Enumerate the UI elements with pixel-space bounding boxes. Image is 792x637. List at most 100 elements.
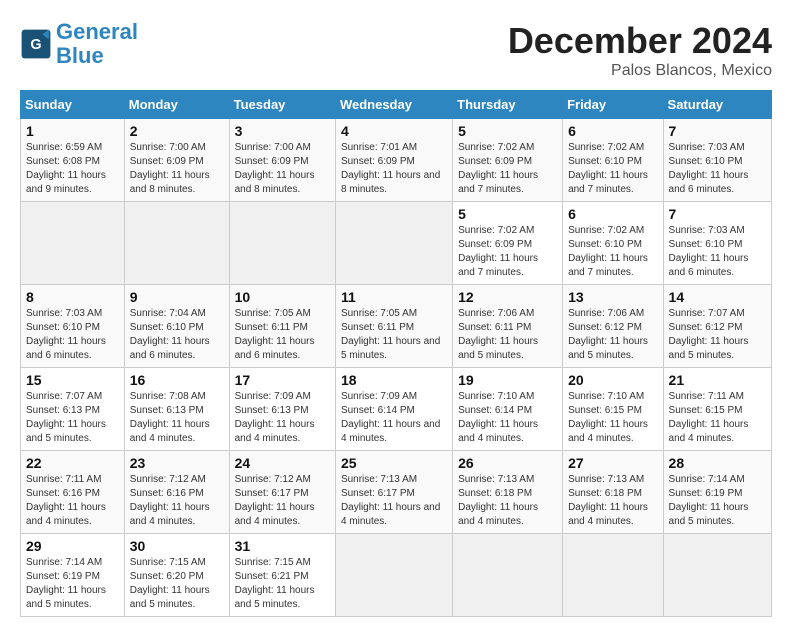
calendar-cell: 25 Sunrise: 7:13 AM Sunset: 6:17 PM Dayli…	[335, 451, 452, 534]
calendar-cell: 10 Sunrise: 7:05 AM Sunset: 6:11 PM Dayli…	[229, 285, 335, 368]
day-number: 20	[568, 372, 657, 388]
calendar-cell: 4 Sunrise: 7:01 AM Sunset: 6:09 PM Daylig…	[335, 119, 452, 202]
day-info: Sunrise: 7:04 AM Sunset: 6:10 PM Dayligh…	[130, 307, 224, 363]
calendar-cell: 27Sunrise: 7:13 AM Sunset: 6:18 PM Dayli…	[563, 451, 663, 534]
day-info: Sunrise: 7:02 AM Sunset: 6:10 PM Dayligh…	[568, 141, 657, 197]
header-monday: Monday	[124, 91, 229, 119]
logo-icon: G	[20, 28, 52, 60]
day-info: Sunrise: 7:12 AM Sunset: 6:16 PM Dayligh…	[130, 473, 224, 529]
calendar-cell: 23 Sunrise: 7:12 AM Sunset: 6:16 PM Dayli…	[124, 451, 229, 534]
day-number: 6	[568, 123, 657, 139]
day-number: 15	[26, 372, 119, 388]
calendar-cell	[335, 202, 452, 285]
day-info: Sunrise: 7:00 AM Sunset: 6:09 PM Dayligh…	[235, 141, 330, 197]
calendar-cell: 16 Sunrise: 7:08 AM Sunset: 6:13 PM Dayli…	[124, 368, 229, 451]
title-block: December 2024 Palos Blancos, Mexico	[508, 20, 772, 80]
logo-line1: General	[56, 19, 138, 44]
day-number: 14	[669, 289, 766, 305]
calendar-cell: 13 Sunrise: 7:06 AM Sunset: 6:12 PM Dayli…	[563, 285, 663, 368]
day-number: 7	[669, 123, 766, 139]
day-number: 23	[130, 455, 224, 471]
calendar-cell: 26Sunrise: 7:13 AM Sunset: 6:18 PM Dayli…	[453, 451, 563, 534]
calendar-cell	[563, 534, 663, 617]
day-number: 8	[26, 289, 119, 305]
calendar-cell: 14 Sunrise: 7:07 AM Sunset: 6:12 PM Dayli…	[663, 285, 771, 368]
header-thursday: Thursday	[453, 91, 563, 119]
calendar-cell: 31 Sunrise: 7:15 AM Sunset: 6:21 PM Dayli…	[229, 534, 335, 617]
day-number: 19	[458, 372, 557, 388]
day-info: Sunrise: 7:12 AM Sunset: 6:17 PM Dayligh…	[235, 473, 330, 529]
header-row: Sunday Monday Tuesday Wednesday Thursday…	[21, 91, 772, 119]
day-info: Sunrise: 7:15 AM Sunset: 6:21 PM Dayligh…	[235, 556, 330, 612]
calendar-cell: 18Sunrise: 7:09 AM Sunset: 6:14 PM Dayli…	[335, 368, 452, 451]
day-info: Sunrise: 7:11 AM Sunset: 6:16 PM Dayligh…	[26, 473, 119, 529]
day-info: Sunrise: 7:10 AM Sunset: 6:15 PM Dayligh…	[568, 390, 657, 446]
calendar-row: 1Sunrise: 6:59 AM Sunset: 6:08 PM Daylig…	[21, 119, 772, 202]
calendar-cell: 21Sunrise: 7:11 AM Sunset: 6:15 PM Dayli…	[663, 368, 771, 451]
calendar-row: 15 Sunrise: 7:07 AM Sunset: 6:13 PM Dayli…	[21, 368, 772, 451]
day-info: Sunrise: 7:13 AM Sunset: 6:17 PM Dayligh…	[341, 473, 447, 529]
calendar-cell: 3 Sunrise: 7:00 AM Sunset: 6:09 PM Daylig…	[229, 119, 335, 202]
day-info: Sunrise: 7:14 AM Sunset: 6:19 PM Dayligh…	[26, 556, 119, 612]
day-info: Sunrise: 7:02 AM Sunset: 6:09 PM Dayligh…	[458, 224, 557, 280]
calendar-cell: 6 Sunrise: 7:02 AM Sunset: 6:10 PM Daylig…	[563, 202, 663, 285]
day-number: 3	[235, 123, 330, 139]
calendar-cell	[124, 202, 229, 285]
day-info: Sunrise: 7:02 AM Sunset: 6:10 PM Dayligh…	[568, 224, 657, 280]
day-number: 5	[458, 123, 557, 139]
day-number: 11	[341, 289, 447, 305]
day-info: Sunrise: 7:15 AM Sunset: 6:20 PM Dayligh…	[130, 556, 224, 612]
day-info: Sunrise: 7:05 AM Sunset: 6:11 PM Dayligh…	[341, 307, 447, 363]
calendar-cell: 6 Sunrise: 7:02 AM Sunset: 6:10 PM Daylig…	[563, 119, 663, 202]
day-number: 10	[235, 289, 330, 305]
calendar-cell: 9 Sunrise: 7:04 AM Sunset: 6:10 PM Daylig…	[124, 285, 229, 368]
day-info: Sunrise: 7:01 AM Sunset: 6:09 PM Dayligh…	[341, 141, 447, 197]
day-info: Sunrise: 7:06 AM Sunset: 6:12 PM Dayligh…	[568, 307, 657, 363]
day-info: Sunrise: 7:07 AM Sunset: 6:12 PM Dayligh…	[669, 307, 766, 363]
calendar-cell: 5Sunrise: 7:02 AM Sunset: 6:09 PM Daylig…	[453, 202, 563, 285]
day-info: Sunrise: 7:03 AM Sunset: 6:10 PM Dayligh…	[669, 141, 766, 197]
calendar-cell: 20 Sunrise: 7:10 AM Sunset: 6:15 PM Dayli…	[563, 368, 663, 451]
day-info: Sunrise: 7:08 AM Sunset: 6:13 PM Dayligh…	[130, 390, 224, 446]
calendar-cell: 28Sunrise: 7:14 AM Sunset: 6:19 PM Dayli…	[663, 451, 771, 534]
day-info: Sunrise: 7:11 AM Sunset: 6:15 PM Dayligh…	[669, 390, 766, 446]
day-info: Sunrise: 7:00 AM Sunset: 6:09 PM Dayligh…	[130, 141, 224, 197]
calendar-cell: 5Sunrise: 7:02 AM Sunset: 6:09 PM Daylig…	[453, 119, 563, 202]
day-number: 16	[130, 372, 224, 388]
day-info: Sunrise: 7:13 AM Sunset: 6:18 PM Dayligh…	[568, 473, 657, 529]
day-number: 6	[568, 206, 657, 222]
day-info: Sunrise: 7:09 AM Sunset: 6:13 PM Dayligh…	[235, 390, 330, 446]
day-number: 29	[26, 538, 119, 554]
calendar-cell: 2Sunrise: 7:00 AM Sunset: 6:09 PM Daylig…	[124, 119, 229, 202]
day-number: 30	[130, 538, 224, 554]
day-info: Sunrise: 7:06 AM Sunset: 6:11 PM Dayligh…	[458, 307, 557, 363]
calendar-cell	[453, 534, 563, 617]
calendar-row: 22Sunrise: 7:11 AM Sunset: 6:16 PM Dayli…	[21, 451, 772, 534]
day-number: 9	[130, 289, 224, 305]
day-number: 25	[341, 455, 447, 471]
calendar-cell	[21, 202, 125, 285]
day-number: 4	[341, 123, 447, 139]
day-info: Sunrise: 7:13 AM Sunset: 6:18 PM Dayligh…	[458, 473, 557, 529]
header-tuesday: Tuesday	[229, 91, 335, 119]
day-info: Sunrise: 7:07 AM Sunset: 6:13 PM Dayligh…	[26, 390, 119, 446]
calendar-cell: 22Sunrise: 7:11 AM Sunset: 6:16 PM Dayli…	[21, 451, 125, 534]
day-info: Sunrise: 7:03 AM Sunset: 6:10 PM Dayligh…	[26, 307, 119, 363]
calendar-cell: 29 Sunrise: 7:14 AM Sunset: 6:19 PM Dayli…	[21, 534, 125, 617]
day-number: 24	[235, 455, 330, 471]
calendar-cell: 7Sunrise: 7:03 AM Sunset: 6:10 PM Daylig…	[663, 202, 771, 285]
day-number: 28	[669, 455, 766, 471]
logo: G General Blue	[20, 20, 138, 68]
logo-line2: Blue	[56, 43, 104, 68]
day-info: Sunrise: 7:10 AM Sunset: 6:14 PM Dayligh…	[458, 390, 557, 446]
calendar-cell	[335, 534, 452, 617]
day-number: 13	[568, 289, 657, 305]
calendar-cell: 11 Sunrise: 7:05 AM Sunset: 6:11 PM Dayli…	[335, 285, 452, 368]
day-info: Sunrise: 7:05 AM Sunset: 6:11 PM Dayligh…	[235, 307, 330, 363]
day-number: 18	[341, 372, 447, 388]
month-title: December 2024	[508, 20, 772, 62]
location: Palos Blancos, Mexico	[508, 62, 772, 80]
calendar-cell	[663, 534, 771, 617]
calendar-cell: 19 Sunrise: 7:10 AM Sunset: 6:14 PM Dayli…	[453, 368, 563, 451]
day-number: 31	[235, 538, 330, 554]
